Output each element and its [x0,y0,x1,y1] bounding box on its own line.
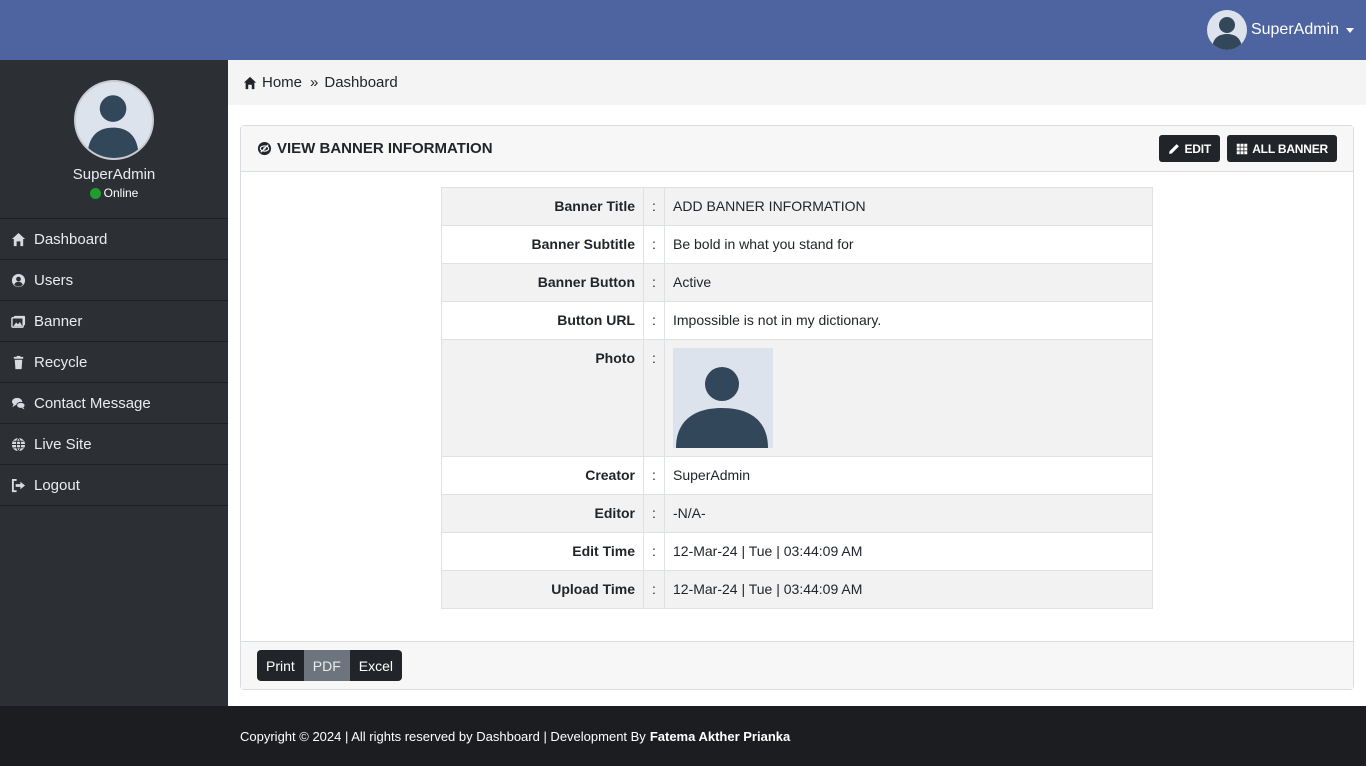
table-row: Editor : -N/A- [441,494,1153,533]
sidebar-profile: SuperAdmin Online [0,60,228,219]
card-header: VIEW BANNER INFORMATION EDIT ALL BANNER [241,126,1353,172]
row-colon: : [643,263,665,302]
status-text: Online [103,186,139,200]
row-label: Photo [441,339,644,457]
user-name: SuperAdmin [1250,21,1339,38]
row-colon: : [643,339,665,457]
images-icon [10,313,26,329]
row-value: 12-Mar-24 | Tue | 03:44:09 AM [664,532,1153,571]
page-footer: Copyright © 2024 | All rights reserved b… [0,706,1366,766]
home-icon [10,231,26,247]
row-label: Banner Title [441,187,644,226]
sidebar-item-label: Dashboard [34,230,108,248]
row-value: SuperAdmin [664,456,1153,495]
sidebar-item-label: Logout [34,476,80,494]
edit-button-label: EDIT [1184,141,1211,156]
row-label: Editor [441,494,644,533]
globe-icon [10,436,26,452]
eye-slash-icon [257,141,272,156]
user-dropdown[interactable]: SuperAdmin [1206,9,1354,51]
double-chevron-right-icon: » [310,74,319,91]
profile-name: SuperAdmin [72,166,156,183]
sidebar-item-users[interactable]: Users [0,260,228,301]
sidebar-item-label: Banner [34,312,83,330]
row-label: Upload Time [441,570,644,609]
export-button-group: Print PDF Excel [257,650,403,681]
sidebar: SuperAdmin Online Dashboard Users Banner… [0,60,228,706]
row-value: Impossible is not in my dictionary. [664,301,1153,340]
sidebar-item-label: Recycle [34,353,88,371]
grid-icon [1236,143,1248,154]
table-row: Photo : [441,339,1153,457]
row-colon: : [643,225,665,264]
sidebar-item-logout[interactable]: Logout [0,465,228,506]
top-navbar: SuperAdmin [0,0,1366,60]
excel-button[interactable]: Excel [349,650,403,681]
sidebar-item-live-site[interactable]: Live Site [0,424,228,465]
row-value: 12-Mar-24 | Tue | 03:44:09 AM [664,570,1153,609]
card-title-text: VIEW BANNER INFORMATION [277,140,493,157]
table-row: Edit Time : 12-Mar-24 | Tue | 03:44:09 A… [441,532,1153,571]
copyright-text: Copyright © 2024 | All rights reserved b… [240,728,646,744]
row-label: Creator [441,456,644,495]
breadcrumb-current: Dashboard [324,74,398,91]
banner-info-table: Banner Title : ADD BANNER INFORMATION Ba… [441,187,1153,609]
sidebar-item-label: Contact Message [34,394,151,412]
status-badge: Online [0,186,228,200]
home-icon [243,76,257,89]
table-row: Banner Button : Active [441,263,1153,302]
table-row: Banner Subtitle : Be bold in what you st… [441,225,1153,264]
sidebar-item-label: Live Site [34,435,92,453]
row-value: Active [664,263,1153,302]
trash-icon [10,354,26,370]
table-row: Creator : SuperAdmin [441,456,1153,495]
table-row: Banner Title : ADD BANNER INFORMATION [441,187,1153,226]
chevron-down-icon [1346,27,1354,33]
table-row: Upload Time : 12-Mar-24 | Tue | 03:44:09… [441,570,1153,609]
pencil-icon [1169,143,1180,154]
banner-info-card: VIEW BANNER INFORMATION EDIT ALL BANNER … [240,125,1354,690]
row-label: Banner Button [441,263,644,302]
all-banner-button-label: ALL BANNER [1252,141,1328,156]
row-colon: : [643,456,665,495]
row-label: Edit Time [441,532,644,571]
sidebar-item-dashboard[interactable]: Dashboard [0,219,228,260]
row-colon: : [643,187,665,226]
online-dot-icon [89,187,101,199]
sidebar-item-label: Users [34,271,74,289]
breadcrumb-home-link[interactable]: Home [262,74,302,91]
user-circle-icon [10,272,26,288]
card-title: VIEW BANNER INFORMATION [257,140,493,157]
row-colon: : [643,494,665,533]
row-value: Be bold in what you stand for [664,225,1153,264]
pdf-button[interactable]: PDF [303,650,350,681]
sidebar-item-contact-message[interactable]: Contact Message [0,383,228,424]
row-value [664,339,1153,457]
row-value: -N/A- [664,494,1153,533]
breadcrumb: Home » Dashboard [228,60,1366,105]
card-footer: Print PDF Excel [241,641,1353,689]
author-name: Fatema Akther Prianka [649,728,791,744]
banner-photo [673,348,773,448]
row-label: Banner Subtitle [441,225,644,264]
edit-button[interactable]: EDIT [1159,135,1220,162]
row-value: ADD BANNER INFORMATION [664,187,1153,226]
all-banner-button[interactable]: ALL BANNER [1227,135,1337,162]
print-button[interactable]: Print [257,650,304,681]
row-colon: : [643,532,665,571]
sidebar-item-recycle[interactable]: Recycle [0,342,228,383]
row-label: Button URL [441,301,644,340]
comments-icon [10,395,26,411]
avatar [1206,10,1247,50]
row-colon: : [643,570,665,609]
sidebar-item-banner[interactable]: Banner [0,301,228,342]
row-colon: : [643,301,665,340]
avatar [74,80,154,160]
sign-out-icon [10,477,26,493]
table-row: Button URL : Impossible is not in my dic… [441,301,1153,340]
